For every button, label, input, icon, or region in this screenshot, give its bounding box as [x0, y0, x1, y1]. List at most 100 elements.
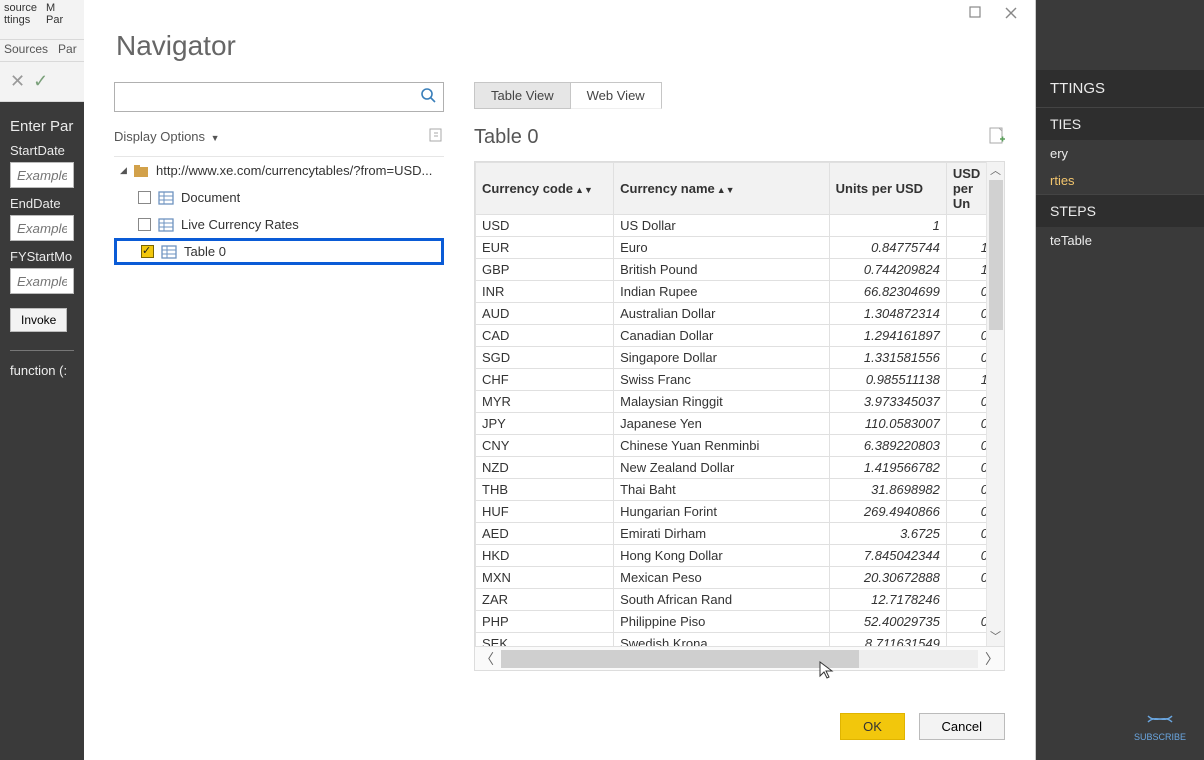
tree-checkbox[interactable]	[138, 218, 151, 231]
vertical-scrollbar[interactable]: ︿ ﹀	[986, 162, 1004, 646]
fystart-input[interactable]	[10, 268, 74, 294]
table-row[interactable]: NZDNew Zealand Dollar1.4195667820	[476, 457, 995, 479]
tree-node-label: Live Currency Rates	[181, 217, 299, 232]
properties-item-all[interactable]: rties	[1036, 167, 1204, 194]
formula-bar: ✕ ✓	[0, 62, 84, 102]
table-row[interactable]: MYRMalaysian Ringgit3.9733450370	[476, 391, 995, 413]
table-row[interactable]: INRIndian Rupee66.823046990	[476, 281, 995, 303]
cell-units: 8.711631549	[829, 633, 946, 647]
add-column-icon[interactable]	[989, 127, 1005, 148]
cell-units: 31.8698982	[829, 479, 946, 501]
table-row[interactable]: USDUS Dollar1	[476, 215, 995, 237]
navigation-tree: ◢ http://www.xe.com/currencytables/?from…	[114, 156, 444, 265]
cell-name: New Zealand Dollar	[614, 457, 830, 479]
cell-code: MXN	[476, 567, 614, 589]
search-input[interactable]	[115, 83, 415, 111]
display-options-dropdown[interactable]: Display Options ▼	[114, 129, 220, 144]
table-row[interactable]: JPYJapanese Yen110.05830070	[476, 413, 995, 435]
refresh-icon[interactable]	[428, 127, 444, 146]
startdate-label: StartDate	[10, 143, 74, 158]
fystart-label: FYStartMo	[10, 249, 74, 264]
table-row[interactable]: THBThai Baht31.86989820	[476, 479, 995, 501]
commit-check-icon[interactable]: ✓	[33, 71, 48, 92]
cell-code: HKD	[476, 545, 614, 567]
horizontal-scrollbar[interactable]: 〈 〉	[475, 646, 1004, 670]
properties-item-query[interactable]: ery	[1036, 140, 1204, 167]
cell-code: JPY	[476, 413, 614, 435]
cell-code: PHP	[476, 611, 614, 633]
preview-title: Table 0	[474, 126, 539, 149]
horizontal-scroll-track[interactable]	[501, 650, 978, 668]
ribbon-source: sourcettings	[0, 0, 42, 39]
search-icon[interactable]	[421, 88, 437, 107]
table-row[interactable]: SGDSingapore Dollar1.3315815560	[476, 347, 995, 369]
table-row[interactable]: CHFSwiss Franc0.9855111381	[476, 369, 995, 391]
data-table: Currency code▲▼ Currency name▲▼ Units pe…	[475, 162, 995, 646]
tree-node-document[interactable]: Document	[114, 184, 444, 211]
table-row[interactable]: CADCanadian Dollar1.2941618970	[476, 325, 995, 347]
enter-params-title: Enter Par	[10, 118, 74, 135]
table-icon	[157, 191, 175, 205]
search-box[interactable]	[114, 82, 444, 112]
table-row[interactable]: AEDEmirati Dirham3.67250	[476, 523, 995, 545]
table-row[interactable]: EUREuro0.847757441	[476, 237, 995, 259]
tree-node-table0[interactable]: Table 0	[114, 238, 444, 265]
cancel-x-icon[interactable]: ✕	[10, 71, 25, 92]
table-row[interactable]: SEKSwedish Krona8.711631549	[476, 633, 995, 647]
cell-units: 20.30672888	[829, 567, 946, 589]
scroll-down-icon[interactable]: ﹀	[987, 628, 1004, 646]
cell-code: NZD	[476, 457, 614, 479]
invoke-button[interactable]: Invoke	[10, 308, 67, 332]
cell-units: 12.7178246	[829, 589, 946, 611]
table-row[interactable]: PHPPhilippine Piso52.400297350	[476, 611, 995, 633]
chevron-down-icon: ▼	[211, 133, 220, 143]
query-settings-panel: TTINGS TIES ery rties STEPS teTable	[1036, 0, 1204, 760]
cell-units: 66.82304699	[829, 281, 946, 303]
scroll-up-icon[interactable]: ︿	[987, 162, 1004, 180]
col-currency-name[interactable]: Currency name▲▼	[614, 163, 830, 215]
col-currency-code[interactable]: Currency code▲▼	[476, 163, 614, 215]
tree-checkbox-checked[interactable]	[141, 245, 154, 258]
cell-name: Canadian Dollar	[614, 325, 830, 347]
close-button[interactable]	[1001, 6, 1021, 26]
table-row[interactable]: CNYChinese Yuan Renminbi6.3892208030	[476, 435, 995, 457]
col-units-per-usd[interactable]: Units per USD	[829, 163, 946, 215]
properties-header: TIES	[1036, 107, 1204, 140]
cell-name: Swiss Franc	[614, 369, 830, 391]
enddate-input[interactable]	[10, 215, 74, 241]
tab-table-view[interactable]: Table View	[474, 82, 571, 109]
vertical-scroll-thumb[interactable]	[989, 180, 1003, 330]
ok-button[interactable]: OK	[840, 713, 905, 740]
parameter-panel: Enter Par StartDate EndDate FYStartMo In…	[0, 102, 84, 760]
cell-code: CNY	[476, 435, 614, 457]
scroll-left-icon[interactable]: 〈	[475, 649, 499, 669]
cell-name: Singapore Dollar	[614, 347, 830, 369]
table-row[interactable]: ZARSouth African Rand12.7178246	[476, 589, 995, 611]
applied-step-item[interactable]: teTable	[1036, 227, 1204, 254]
maximize-button[interactable]	[965, 6, 985, 26]
dialog-buttons: OK Cancel	[830, 713, 1005, 740]
horizontal-scroll-thumb[interactable]	[501, 650, 859, 668]
cell-name: Malaysian Ringgit	[614, 391, 830, 413]
cell-units: 0.84775744	[829, 237, 946, 259]
table-row[interactable]: HUFHungarian Forint269.49408660	[476, 501, 995, 523]
table-icon	[160, 245, 178, 259]
table-row[interactable]: AUDAustralian Dollar1.3048723140	[476, 303, 995, 325]
folder-icon	[132, 164, 150, 178]
tree-node-live-rates[interactable]: Live Currency Rates	[114, 211, 444, 238]
table-icon	[157, 218, 175, 232]
table-row[interactable]: MXNMexican Peso20.306728880	[476, 567, 995, 589]
tree-root-node[interactable]: ◢ http://www.xe.com/currencytables/?from…	[114, 157, 444, 184]
cell-name: Thai Baht	[614, 479, 830, 501]
expand-icon[interactable]: ◢	[120, 165, 132, 176]
tab-web-view[interactable]: Web View	[571, 82, 662, 109]
cancel-button[interactable]: Cancel	[919, 713, 1005, 740]
scroll-right-icon[interactable]: 〉	[980, 649, 1004, 669]
table-row[interactable]: GBPBritish Pound0.7442098241	[476, 259, 995, 281]
table-header-row: Currency code▲▼ Currency name▲▼ Units pe…	[476, 163, 995, 215]
table-row[interactable]: HKDHong Kong Dollar7.8450423440	[476, 545, 995, 567]
tree-checkbox[interactable]	[138, 191, 151, 204]
cell-name: Philippine Piso	[614, 611, 830, 633]
startdate-input[interactable]	[10, 162, 74, 188]
query-settings-title: TTINGS	[1036, 70, 1204, 107]
